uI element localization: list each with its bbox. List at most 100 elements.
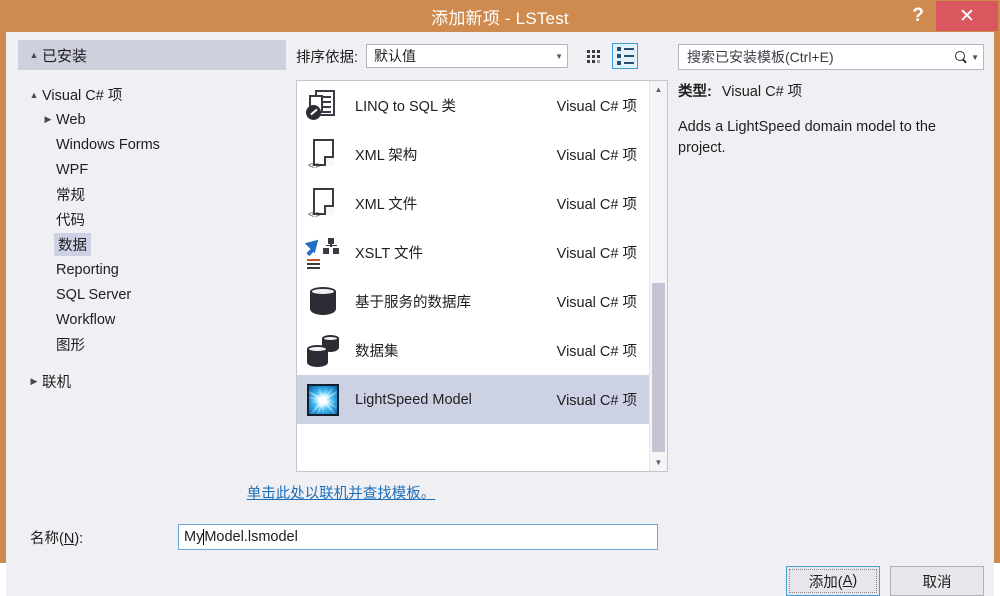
- lightspeed-model-icon: [305, 382, 341, 418]
- name-row: 名称(N): My Model.lsmodel: [6, 512, 994, 554]
- list-item-name: XML 文件: [355, 197, 418, 213]
- sidebar-item-graphics[interactable]: 图形: [18, 332, 286, 357]
- list-item[interactable]: XSLT 文件 Visual C# 项: [297, 228, 649, 277]
- scroll-up-icon[interactable]: ▲: [650, 81, 667, 98]
- name-input[interactable]: My Model.lsmodel: [178, 524, 658, 550]
- close-icon[interactable]: ✕: [936, 1, 998, 31]
- xml-schema-icon: <□>: [305, 137, 341, 173]
- templates-listbox[interactable]: LINQ to SQL 类 Visual C# 项 <□> XML 架构 Vis…: [296, 80, 668, 472]
- list-item[interactable]: LINQ to SQL 类 Visual C# 项: [297, 81, 649, 130]
- name-label: 名称(N):: [30, 530, 84, 547]
- templates-column: 排序依据: 默认值 ▼ LINQ to SQL 类 Visual C# 项 <□…: [286, 40, 668, 472]
- dialog-body: 搜索已安装模板(Ctrl+E) ▼ ▲ 已安装 ▲ Visual C# 项 ▶ …: [6, 32, 994, 596]
- sidebar-item-code[interactable]: 代码: [18, 207, 286, 232]
- content-row: ▲ 已安装 ▲ Visual C# 项 ▶ Web Windows Forms: [6, 32, 994, 472]
- list-item-name: LINQ to SQL 类: [355, 99, 456, 115]
- xslt-file-icon: [304, 234, 341, 271]
- xml-file-icon: <□>: [305, 186, 341, 222]
- sidebar-item-label: SQL Server: [56, 286, 132, 303]
- list-item-name: 数据集: [355, 344, 399, 360]
- tree-header-installed[interactable]: ▲ 已安装: [18, 40, 286, 70]
- sort-by-label: 排序依据:: [296, 49, 359, 66]
- chevron-down-icon[interactable]: ▼: [971, 53, 979, 62]
- grid-view-button[interactable]: [580, 43, 606, 69]
- service-database-icon: [305, 284, 341, 320]
- scrollbar-thumb[interactable]: [652, 283, 665, 452]
- sidebar-item-online[interactable]: ▶ 联机: [18, 369, 286, 394]
- sidebar-item-label: WPF: [56, 161, 89, 178]
- list-item-name: XSLT 文件: [355, 246, 423, 262]
- dialog-title: 添加新项 - LSTest: [431, 8, 569, 28]
- expander-icon[interactable]: ▲: [26, 90, 42, 100]
- grid-icon: [586, 49, 600, 63]
- list-item[interactable]: <□> XML 架构 Visual C# 项: [297, 130, 649, 179]
- chevron-down-icon: ▼: [555, 51, 564, 61]
- tree-group-gap: [18, 357, 286, 369]
- title-bar-buttons: ? ✕: [900, 0, 1000, 32]
- expander-icon[interactable]: ▶: [40, 114, 56, 125]
- sidebar-item-label: 图形: [56, 338, 85, 354]
- tree-items: ▲ Visual C# 项 ▶ Web Windows Forms WPF 常规…: [18, 70, 286, 394]
- linq-to-sql-icon: [305, 88, 341, 124]
- scrollbar-track[interactable]: [650, 98, 667, 454]
- search-container: 搜索已安装模板(Ctrl+E) ▼: [678, 44, 984, 70]
- list-item[interactable]: 基于服务的数据库 Visual C# 项: [297, 277, 649, 326]
- find-online-templates-link[interactable]: 单击此处以联机并查找模板。: [247, 482, 436, 503]
- help-icon[interactable]: ?: [900, 1, 936, 31]
- list-item-selected[interactable]: LightSpeed Model Visual C# 项: [297, 375, 649, 424]
- template-details-panel: 类型: Visual C# 项 Adds a LightSpeed domain…: [678, 40, 984, 472]
- view-toggle-group: [580, 43, 639, 69]
- dialog-footer: 添加(A) 取消: [6, 554, 994, 596]
- list-item-name: XML 架构: [355, 148, 418, 164]
- sidebar-item-wpf[interactable]: WPF: [18, 157, 286, 182]
- list-item-kind: Visual C# 项: [556, 393, 637, 409]
- expander-icon[interactable]: ▶: [26, 376, 42, 387]
- list-item-name: LightSpeed Model: [355, 391, 472, 408]
- sidebar-item-label: Web: [56, 111, 86, 128]
- list-item-kind: Visual C# 项: [556, 246, 637, 262]
- sidebar-item-workflow[interactable]: Workflow: [18, 307, 286, 332]
- list-scrollbar[interactable]: ▲ ▼: [649, 81, 667, 471]
- sidebar-item-label: Visual C# 项: [42, 88, 123, 104]
- cancel-button[interactable]: 取消: [890, 566, 984, 596]
- online-link-row: 单击此处以联机并查找模板。: [6, 472, 994, 512]
- sidebar-item-general[interactable]: 常规: [18, 182, 286, 207]
- list-icon: [616, 47, 634, 65]
- expander-icon[interactable]: ▲: [26, 50, 42, 60]
- list-item[interactable]: <□> XML 文件 Visual C# 项: [297, 179, 649, 228]
- list-item-kind: Visual C# 项: [556, 344, 637, 360]
- list-view-button[interactable]: [612, 43, 639, 69]
- sidebar-item-windows-forms[interactable]: Windows Forms: [18, 132, 286, 157]
- dataset-icon: [305, 333, 341, 369]
- sidebar-item-sql-server[interactable]: SQL Server: [18, 282, 286, 307]
- sidebar-item-label: Reporting: [56, 261, 119, 278]
- sidebar-item-label: 常规: [56, 188, 85, 204]
- list-item[interactable]: 数据集 Visual C# 项: [297, 326, 649, 375]
- sidebar-item-data[interactable]: 数据: [18, 232, 286, 257]
- add-new-item-dialog: 添加新项 - LSTest ? ✕ 搜索已安装模板(Ctrl+E) ▼ ▲ 已安…: [0, 0, 1000, 596]
- sidebar-item-visual-csharp[interactable]: ▲ Visual C# 项: [18, 82, 286, 107]
- sidebar-item-label: 联机: [42, 375, 71, 391]
- detail-type-row: 类型: Visual C# 项: [678, 80, 984, 101]
- search-icons: ▼: [955, 50, 979, 64]
- sidebar-item-reporting[interactable]: Reporting: [18, 257, 286, 282]
- name-value-before-caret: My: [184, 529, 204, 545]
- add-button[interactable]: 添加(A): [786, 566, 880, 596]
- detail-type-value: Visual C# 项: [721, 84, 803, 100]
- scroll-down-icon[interactable]: ▼: [650, 454, 667, 471]
- list-item-kind: Visual C# 项: [556, 99, 637, 115]
- templates-list: LINQ to SQL 类 Visual C# 项 <□> XML 架构 Vis…: [297, 81, 649, 471]
- search-icon[interactable]: [955, 50, 968, 64]
- name-value-after-caret: Model.lsmodel: [204, 529, 298, 545]
- search-placeholder: 搜索已安装模板(Ctrl+E): [687, 49, 834, 65]
- sort-by-dropdown[interactable]: 默认值 ▼: [366, 44, 569, 68]
- sidebar-item-label: Workflow: [56, 311, 116, 328]
- sidebar-item-web[interactable]: ▶ Web: [18, 107, 286, 132]
- list-item-kind: Visual C# 项: [556, 148, 637, 164]
- sidebar-item-label: 数据: [54, 233, 91, 256]
- categories-tree-panel: ▲ 已安装 ▲ Visual C# 项 ▶ Web Windows Forms: [18, 40, 286, 472]
- tree-header-label: 已安装: [42, 47, 88, 65]
- detail-type-label: 类型:: [678, 84, 712, 100]
- templates-toolbar: 排序依据: 默认值 ▼: [296, 40, 668, 72]
- search-input[interactable]: 搜索已安装模板(Ctrl+E) ▼: [678, 44, 984, 70]
